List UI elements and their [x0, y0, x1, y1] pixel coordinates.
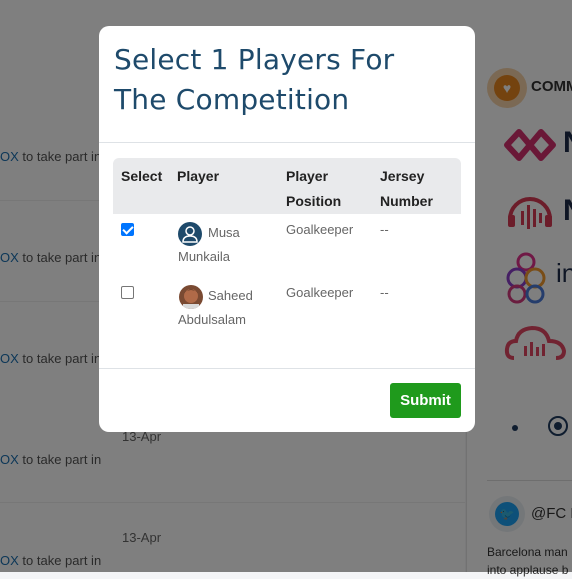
player-select-checkbox[interactable]	[121, 286, 134, 299]
column-header-jersey: Jersey Number	[380, 164, 433, 214]
column-header-position-line: Player	[286, 168, 329, 184]
column-header-player: Player	[177, 168, 220, 184]
modal-header-divider	[99, 142, 475, 143]
player-jersey: --	[380, 285, 389, 300]
player-last-name: Munkaila	[178, 249, 231, 264]
column-header-position-line: Position	[286, 193, 342, 209]
modal-title: Select 1 Players For The Competition	[114, 43, 395, 116]
column-header-jersey-line: Jersey	[380, 168, 425, 184]
modal-footer-divider	[99, 368, 475, 369]
column-header-jersey-line: Number	[380, 193, 433, 209]
player-last-name: Abdulsalam	[178, 312, 246, 327]
submit-button[interactable]: Submit	[390, 383, 461, 418]
column-header-select: Select	[121, 168, 163, 184]
avatar	[178, 222, 202, 246]
avatar	[179, 285, 203, 309]
player-first-name: Musa	[208, 225, 240, 240]
column-header-position: Player Position	[286, 164, 341, 214]
select-players-modal: Select 1 Players For The Competition Sel…	[99, 26, 475, 432]
player-select-checkbox[interactable]	[121, 223, 134, 236]
player-position: Goalkeeper	[286, 222, 354, 237]
player-jersey: --	[380, 222, 389, 237]
player-first-name: Saheed	[208, 288, 253, 303]
player-position: Goalkeeper	[286, 285, 354, 300]
